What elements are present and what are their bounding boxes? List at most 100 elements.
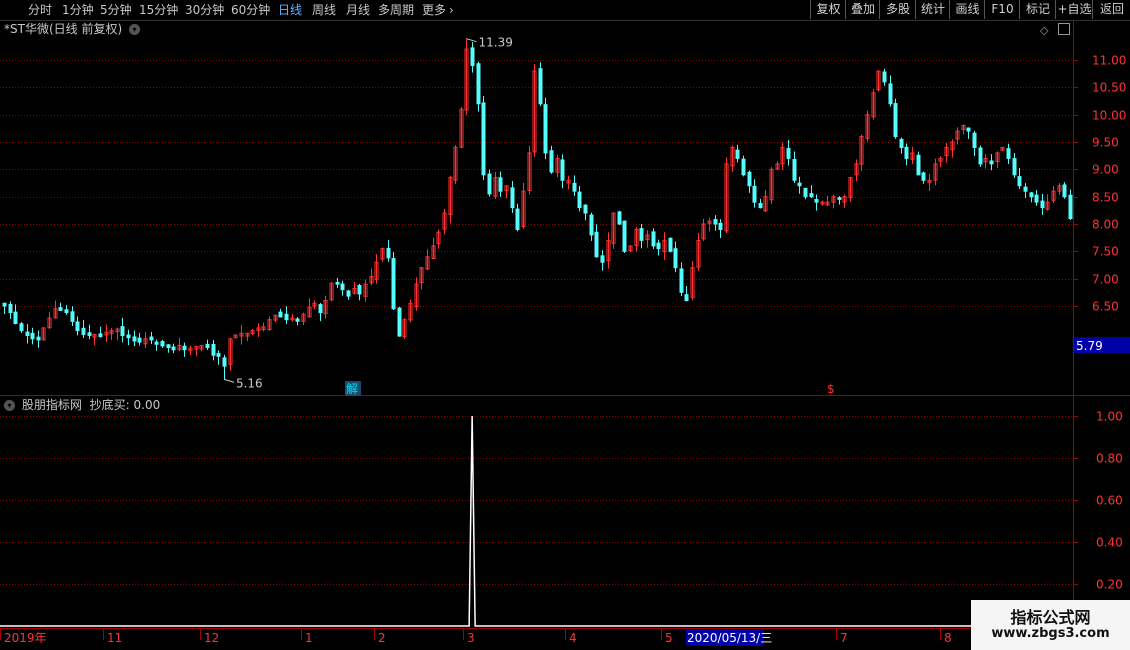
date-label-5: 3 xyxy=(467,631,475,645)
candle-body-139 xyxy=(786,147,791,159)
indicator-line xyxy=(0,415,1073,627)
kline-chart: 6.507.007.508.008.509.009.5010.0010.5011… xyxy=(0,20,1130,646)
panel-toggle-icon[interactable] xyxy=(1058,23,1071,35)
low-annotation-label: 5.16 xyxy=(236,376,263,390)
candle-body-88 xyxy=(498,177,503,192)
title-dropdown-icon[interactable]: ▾ xyxy=(128,24,140,35)
candle-body-28 xyxy=(160,341,165,347)
indicator-source: 股朋指标网 xyxy=(21,398,82,412)
candle-body-141 xyxy=(797,182,802,187)
candle-body-0 xyxy=(2,302,7,307)
date-label-1: 11 xyxy=(107,631,122,645)
candle-body-3 xyxy=(19,323,24,332)
candle-body-175 xyxy=(989,160,994,165)
candle-body-182 xyxy=(1029,192,1034,198)
candle-body-70 xyxy=(397,307,402,337)
candle-body-101 xyxy=(572,182,577,192)
candle-body-23 xyxy=(132,336,137,342)
candle-body-91 xyxy=(515,208,520,230)
candle-body-132 xyxy=(747,171,752,187)
candle-body-104 xyxy=(589,214,594,236)
candle-body-142 xyxy=(803,187,808,198)
candle-body-30 xyxy=(171,346,176,351)
candle-body-26 xyxy=(149,336,154,341)
date-label-8: 2020/05/13/三 xyxy=(687,631,772,645)
diamond-icon[interactable]: ◇ xyxy=(1040,24,1048,37)
candle-body-13 xyxy=(75,321,80,332)
candle-body-39 xyxy=(222,357,227,367)
price-tick-label-8: 10.50 xyxy=(1092,81,1126,95)
price-tick-label-5: 9.00 xyxy=(1092,163,1119,177)
indicator-tick-label-1: 0.40 xyxy=(1096,536,1123,550)
price-tick-label-4: 8.50 xyxy=(1092,191,1119,205)
candle-body-63 xyxy=(357,285,362,295)
candle-body-103 xyxy=(583,204,588,214)
candle-body-115 xyxy=(651,231,656,247)
candle-body-172 xyxy=(972,132,977,148)
candle-body-173 xyxy=(978,147,983,165)
candle-body-162 xyxy=(916,154,921,176)
candle-body-131 xyxy=(741,158,746,176)
candle-body-178 xyxy=(1006,148,1011,159)
price-tick-label-7: 10.00 xyxy=(1092,109,1126,123)
candle-body-119 xyxy=(673,248,678,269)
high-annotation-label: 11.39 xyxy=(478,36,512,50)
candle-body-86 xyxy=(487,173,492,195)
candle-body-14 xyxy=(81,327,86,335)
candle-body-184 xyxy=(1040,200,1045,209)
candle-body-27 xyxy=(154,341,159,345)
candle-body-144 xyxy=(814,199,819,203)
price-tick-label-0: 6.50 xyxy=(1092,300,1119,314)
date-label-9: 7 xyxy=(840,631,848,645)
candle-body-130 xyxy=(735,149,740,159)
price-tick-label-1: 7.00 xyxy=(1092,273,1119,287)
candle-body-95 xyxy=(538,68,543,105)
candle-body-97 xyxy=(549,150,554,173)
low-annotation-leader xyxy=(223,378,235,383)
candle-body-183 xyxy=(1034,194,1039,203)
current-price-label: 5.79 xyxy=(1076,339,1103,353)
candle-body-83 xyxy=(470,47,475,66)
candle-body-60 xyxy=(340,283,345,291)
indicator-tick-label-2: 0.60 xyxy=(1096,494,1123,508)
candle-body-116 xyxy=(656,242,661,250)
candle-body-61 xyxy=(346,290,351,297)
candle-body-171 xyxy=(966,127,971,132)
candle-body-158 xyxy=(893,103,898,138)
indicator-panel-title: ▾ 股朋指标网 抄底买: 0.00 xyxy=(4,398,160,412)
candle-body-29 xyxy=(166,344,171,349)
candle-body-148 xyxy=(837,197,842,200)
date-label-10: 8 xyxy=(944,631,952,645)
candle-body-56 xyxy=(318,304,323,314)
date-label-6: 4 xyxy=(569,631,577,645)
candle-body-10 xyxy=(58,307,63,311)
candle-body-2 xyxy=(13,311,18,324)
candle-body-32 xyxy=(182,345,187,351)
candle-body-68 xyxy=(386,247,391,259)
watermark-url: www.zbgs3.com xyxy=(991,626,1110,641)
watermark: 指标公式网 www.zbgs3.com xyxy=(971,600,1130,650)
main-panel-title: *ST华微(日线 前复权) ▾ xyxy=(4,22,140,36)
date-label-4: 2 xyxy=(378,631,386,645)
candle-body-109 xyxy=(617,211,622,225)
candle-body-21 xyxy=(120,326,125,337)
date-label-0: 2019年 xyxy=(4,631,47,645)
candle-body-12 xyxy=(70,311,75,322)
high-annotation-leader xyxy=(466,38,477,43)
candle-body-189 xyxy=(1068,194,1073,220)
price-tick-label-6: 9.50 xyxy=(1092,136,1119,150)
candle-body-49 xyxy=(278,311,283,318)
candle-body-181 xyxy=(1023,186,1028,192)
candle-body-121 xyxy=(684,294,689,302)
candle-body-180 xyxy=(1017,176,1022,187)
indicator-tick-label-4: 1.00 xyxy=(1096,410,1123,424)
candle-body-5 xyxy=(30,332,35,340)
candle-body-133 xyxy=(752,185,757,203)
candle-body-179 xyxy=(1012,158,1017,176)
candle-body-84 xyxy=(476,63,481,105)
marker-s: $ xyxy=(827,382,835,396)
indicator-dropdown-icon[interactable]: ▾ xyxy=(4,400,15,411)
candle-body-22 xyxy=(126,334,131,339)
chart-tools: ◇ xyxy=(1040,23,1071,37)
candle-body-140 xyxy=(792,158,797,181)
